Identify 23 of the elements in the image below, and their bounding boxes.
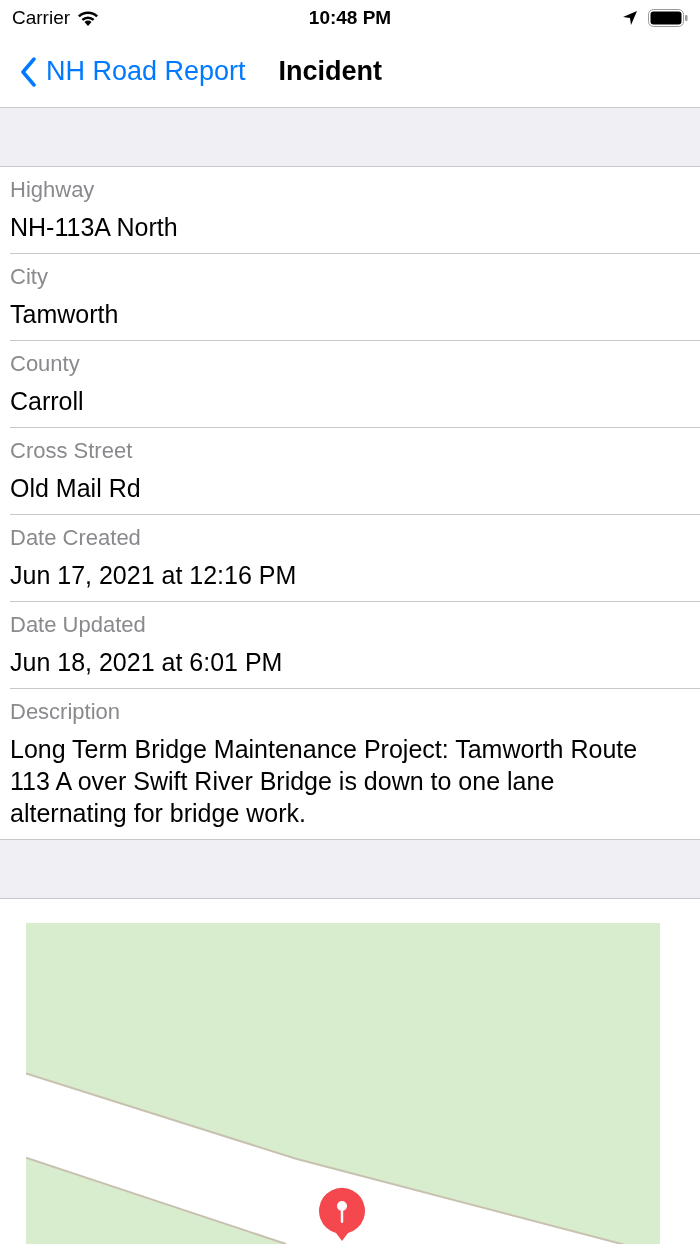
field-value: Jun 17, 2021 at 12:16 PM — [10, 560, 298, 591]
status-time: 10:48 PM — [308, 5, 392, 30]
field-value: Long Term Bridge Maintenance Project: Tamworth Route 113 A over Swift River Bridge is down to one lane alternating for bridge work. — [10, 734, 639, 829]
wifi-icon — [76, 9, 101, 27]
carrier-name: Carrier — [12, 5, 71, 30]
field-label: Cross Street — [10, 438, 134, 464]
field-value: Jun 18, 2021 at 6:01 PM — [10, 647, 284, 678]
location-arrow-icon — [622, 10, 638, 26]
field-label: Highway — [10, 177, 96, 203]
field-value: Old Mail Rd — [10, 473, 142, 504]
map-pin-icon — [318, 1187, 366, 1241]
back-button[interactable]: NH Road Report — [0, 51, 246, 92]
field-value: Carroll — [10, 386, 85, 417]
field-label: Date Created — [10, 525, 142, 551]
nav-title: Incident — [278, 55, 383, 89]
battery-icon — [648, 9, 688, 27]
field-value: Tamworth — [10, 299, 120, 330]
field-label: County — [10, 351, 81, 377]
chevron-left-icon — [20, 56, 36, 87]
field-label: Description — [10, 699, 122, 725]
field-label: Date Updated — [10, 612, 147, 638]
field-label: City — [10, 264, 49, 290]
field-value: NH-113A North — [10, 212, 179, 243]
